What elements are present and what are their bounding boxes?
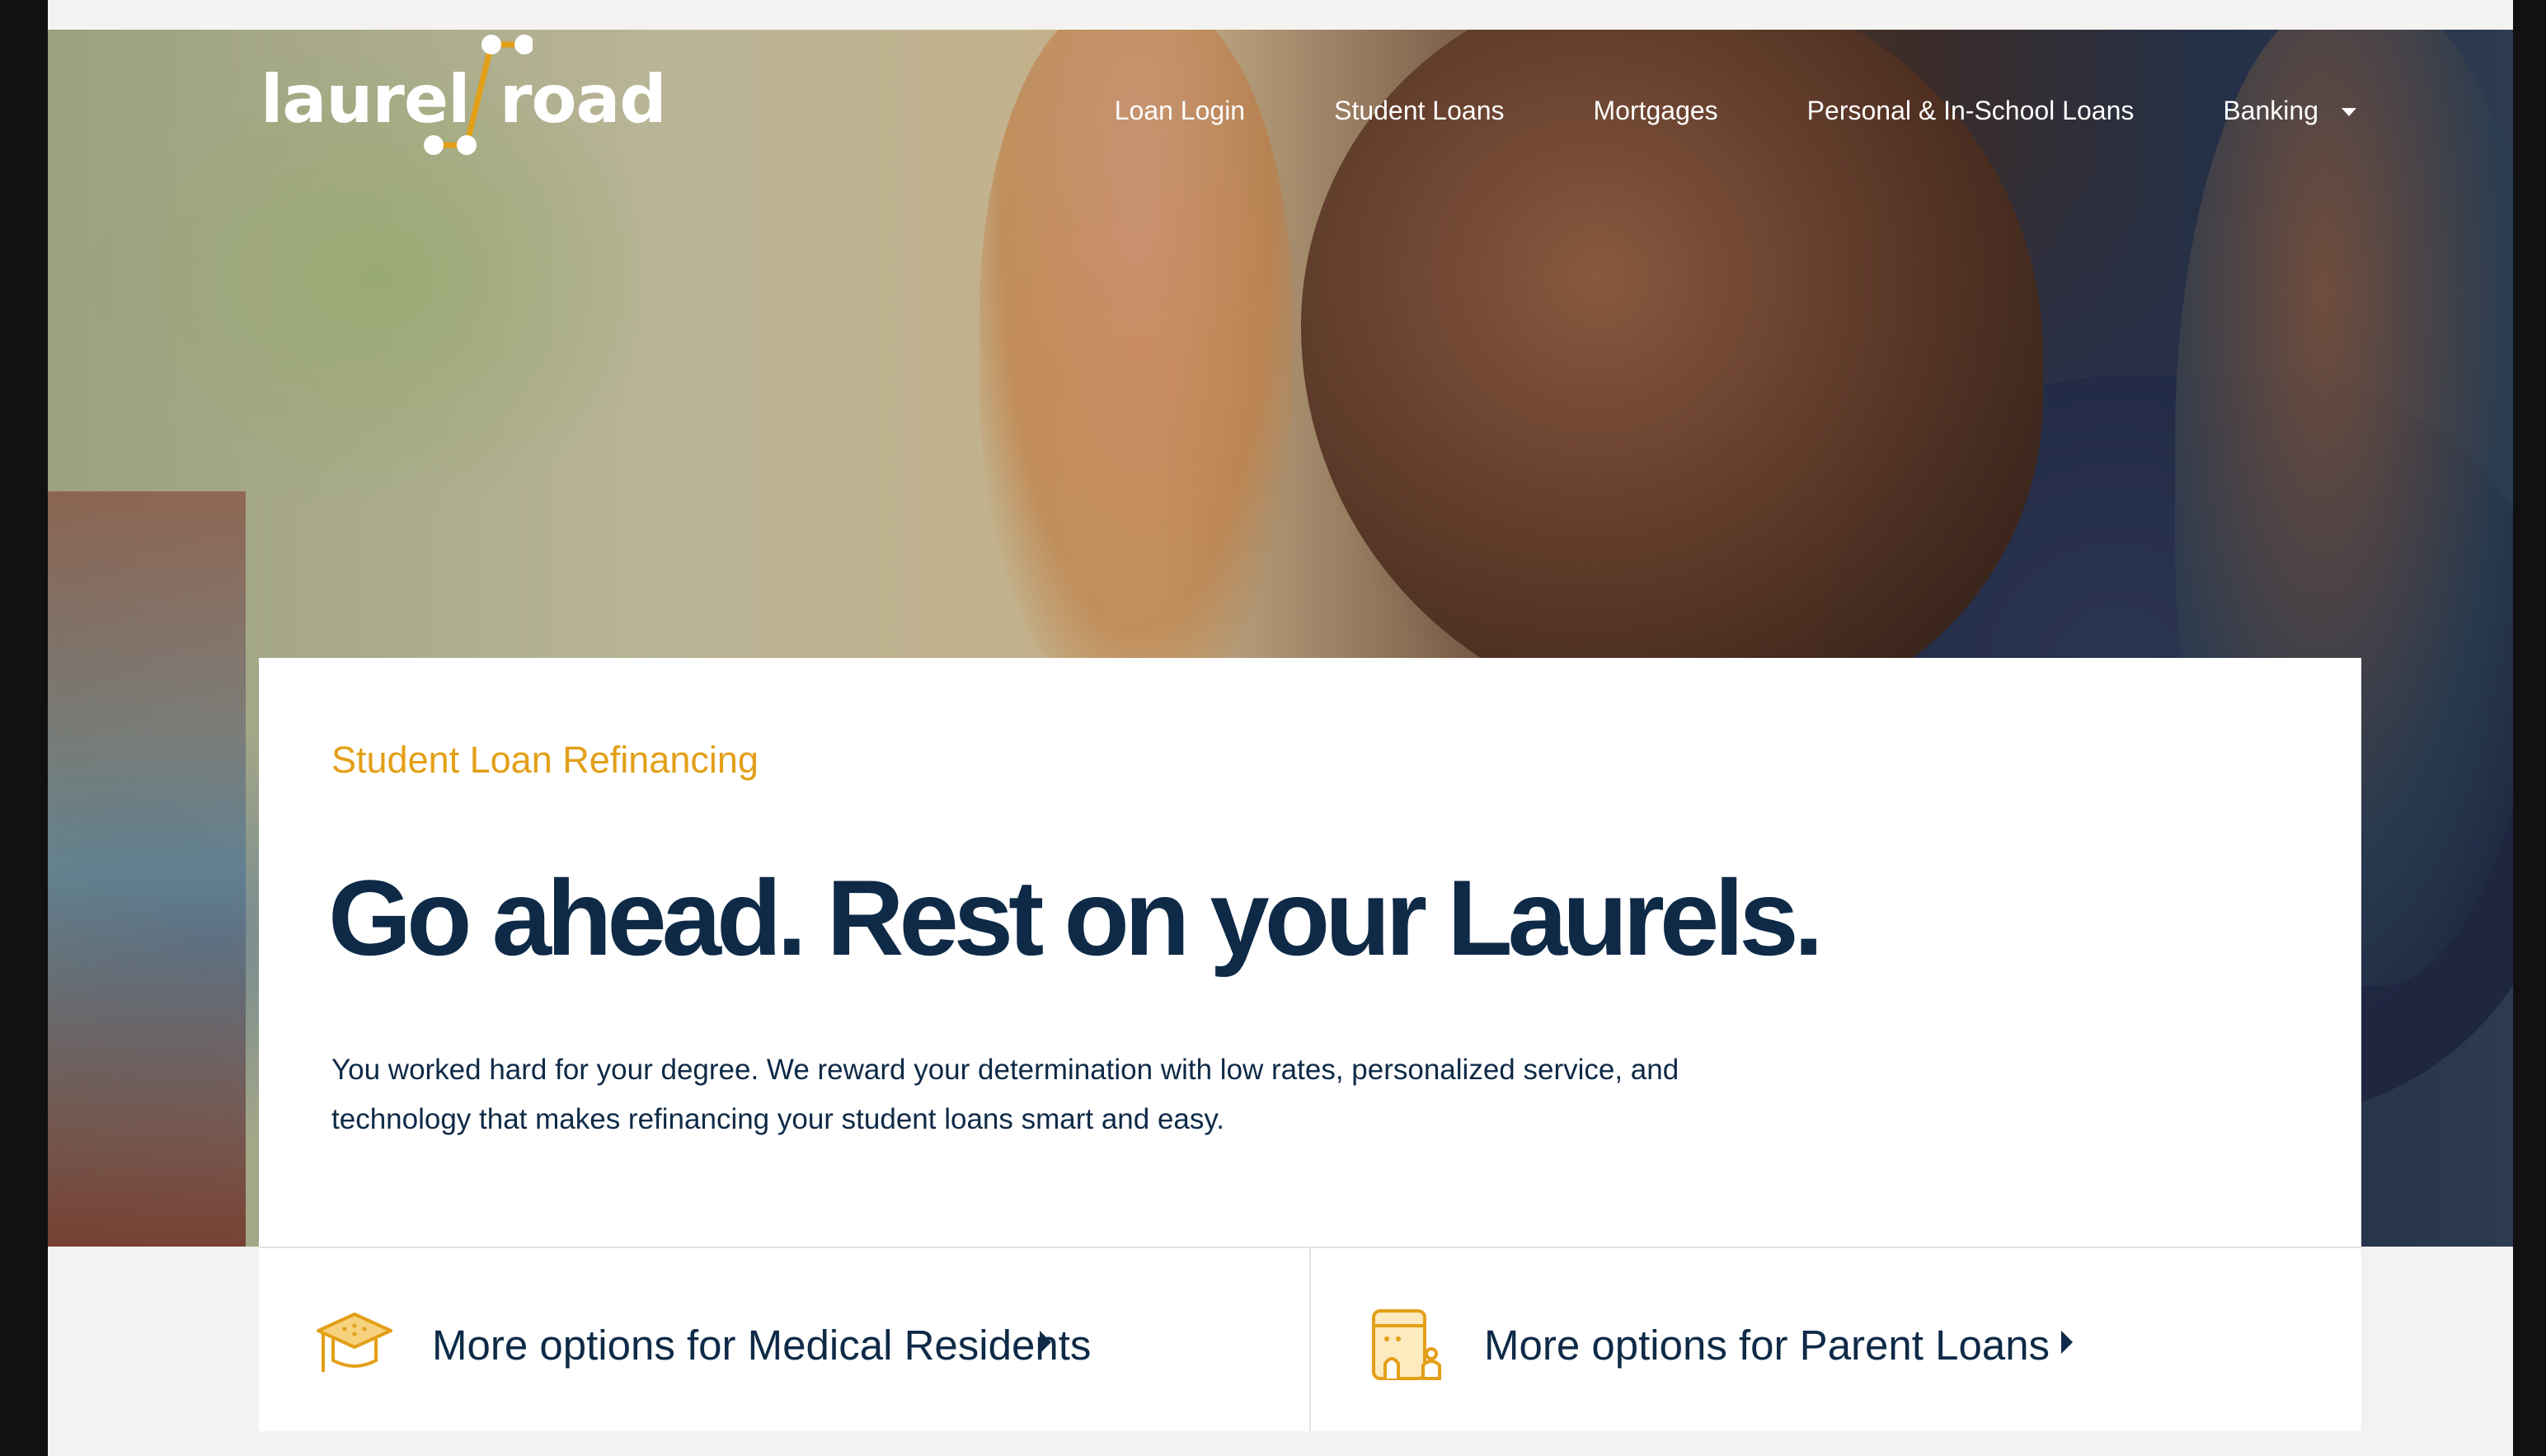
parent-loans-label: More options for Parent Loans: [1484, 1322, 2050, 1369]
hero-body-line-1: You worked hard for your degree. We rewa…: [331, 1054, 1679, 1086]
frame-left-border: [0, 0, 48, 1456]
frame-bottom-border: [0, 1431, 2546, 1456]
family-calculator-icon: [1372, 1309, 1441, 1380]
hero-headline: Go ahead. Rest on your Laurels.: [328, 857, 1824, 978]
frame-corner: [0, 0, 25, 25]
frame-corner: [2521, 1431, 2546, 1456]
web-page: laurel road Loan Login Student Loans Mor…: [48, 30, 2513, 1431]
frame-top-border: [0, 0, 2546, 30]
caret-right-icon: [2061, 1331, 2073, 1354]
nav-mortgages[interactable]: Mortgages: [1593, 96, 1717, 126]
frame-corner: [2521, 0, 2546, 25]
logo-word-road: road: [500, 61, 667, 138]
chevron-down-icon: [2342, 108, 2356, 117]
nav-banking-label: Banking: [2223, 95, 2318, 125]
hero-card: Student Loan Refinancing Go ahead. Rest …: [259, 658, 2361, 1247]
options-bar: More options for Medical Residents More …: [259, 1247, 2361, 1431]
nav-banking[interactable]: Banking: [2223, 96, 2356, 126]
caret-right-icon: [1040, 1331, 1051, 1354]
laurel-road-logo[interactable]: laurel road: [261, 30, 667, 174]
frame-right-border: [2513, 0, 2546, 1456]
graduation-cap-icon: [317, 1313, 392, 1372]
hero-body-line-2: technology that makes refinancing your s…: [331, 1103, 1225, 1135]
screenshot-frame: laurel road Loan Login Student Loans Mor…: [0, 0, 2546, 1456]
main-nav: Loan Login Student Loans Mortgages Perso…: [1115, 86, 2356, 135]
nav-loan-login[interactable]: Loan Login: [1115, 96, 1245, 126]
parent-loans-option[interactable]: More options for Parent Loans: [1309, 1248, 2361, 1431]
nav-student-loans[interactable]: Student Loans: [1334, 96, 1504, 126]
hero-photo-bookshelf: [48, 491, 246, 1247]
medical-residents-option[interactable]: More options for Medical Residents: [259, 1248, 1309, 1431]
frame-corner: [0, 1431, 25, 1456]
medical-residents-label: More options for Medical Residents: [432, 1322, 1092, 1369]
hero-eyebrow: Student Loan Refinancing: [331, 739, 759, 781]
hero-body: You worked hard for your degree. We rewa…: [331, 1045, 2022, 1144]
nav-personal-in-school-loans[interactable]: Personal & In-School Loans: [1807, 96, 2135, 126]
